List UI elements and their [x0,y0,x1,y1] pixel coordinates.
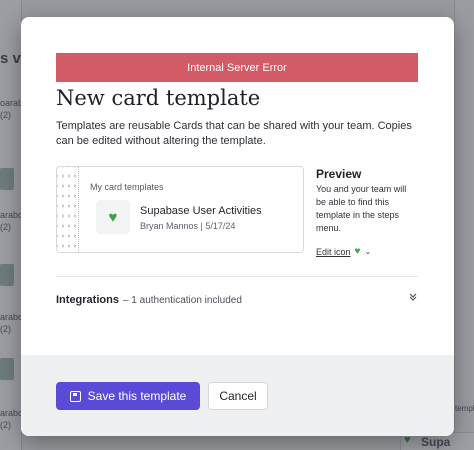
modal-footer: Save this template Cancel [21,355,454,436]
edit-icon-link[interactable]: Edit icon [316,247,351,257]
preview-description: You and your team will be able to find t… [316,184,407,233]
cancel-button[interactable]: Cancel [208,382,268,410]
preview-heading: Preview [316,167,362,181]
modal-title: New card template [56,86,261,110]
integrations-section-toggle[interactable]: Integrations – 1 authentication included [56,292,418,308]
card-name: Supabase User Activities [140,205,262,217]
card-meta: Bryan Mannos | 5/17/24 [140,221,236,231]
error-banner: Internal Server Error [56,53,418,82]
card-icon: ♥ [96,200,130,234]
save-icon [69,390,81,402]
save-button-label: Save this template [87,389,187,403]
card-template-preview-panel: My card templates ♥ Supabase User Activi… [56,166,304,253]
card-list-label: My card templates [90,182,164,192]
modal-description: Templates are reusable Cards that can be… [56,120,412,147]
edit-icon-dropdown[interactable]: Edit icon ♥ ⌄ [316,246,371,257]
save-template-button[interactable]: Save this template [56,382,200,410]
new-card-template-modal: Internal Server Error New card template … [21,17,454,436]
green-heart-icon: ♥ [108,208,118,226]
integrations-label: Integrations [56,294,119,306]
chevron-down-icon[interactable]: ⌄ [364,247,371,256]
double-chevron-down-icon[interactable] [408,292,418,305]
integrations-note: – 1 authentication included [122,294,242,306]
green-heart-icon: ♥ [354,246,361,257]
divider [56,276,418,277]
card-rail [57,167,79,252]
